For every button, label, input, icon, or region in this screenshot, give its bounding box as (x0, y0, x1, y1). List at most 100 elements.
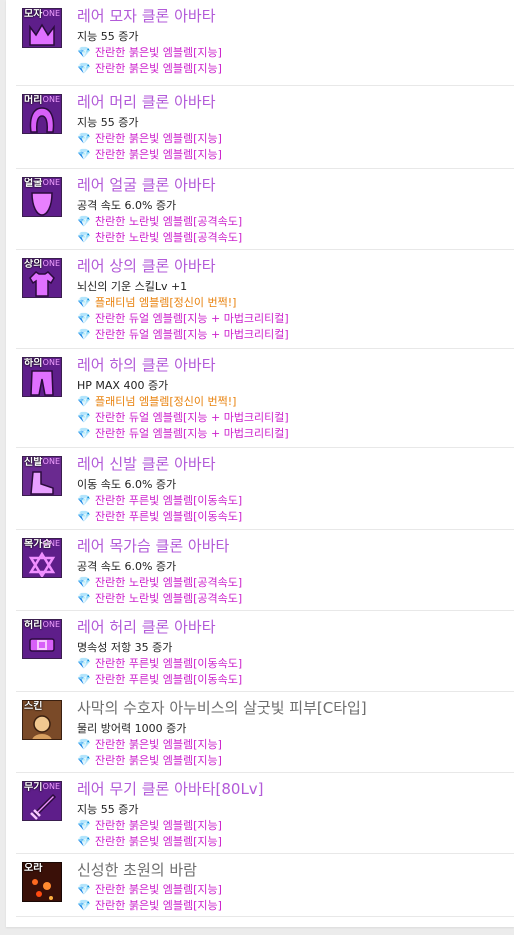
hat-avatar-icon: 모자 ONE (22, 8, 62, 48)
slot-label: 무기 (24, 782, 43, 793)
emblem-row: 💎 잔란한 붉은빛 엠블렘[지능] (77, 737, 367, 753)
emblem-label: 잔란한 붉은빛 엠블렘[지능] (95, 62, 222, 75)
item-name[interactable]: 레어 머리 클론 아바타 (77, 92, 222, 112)
hair-avatar-icon: 머리 ONE (22, 94, 62, 134)
pink-gem-icon: 💎 (77, 883, 91, 896)
emblem-label: 잔란한 붉은빛 엠블렘[지능] (95, 738, 222, 751)
item-name[interactable]: 레어 목가슴 클론 아바타 (77, 536, 242, 556)
pink-gem-icon: 💎 (77, 510, 91, 523)
emblem-label: 찬란한 노란빛 엠블렘[공격속도] (95, 215, 243, 228)
slot-label: 모자 (24, 9, 43, 20)
item-name[interactable]: 레어 신발 클론 아바타 (77, 454, 242, 474)
brand-mark: ONE (42, 620, 60, 629)
slot-label: 허리 (24, 620, 43, 631)
gold-gem-icon: 💎 (77, 395, 91, 408)
avatar-item-face: 얼굴 ONE 레어 얼굴 클론 아바타 공격 속도 6.0% 증가 💎 찬란한 노… (16, 169, 514, 250)
item-name[interactable]: 레어 얼굴 클론 아바타 (77, 175, 242, 195)
item-stat: HP MAX 400 증가 (77, 379, 169, 392)
emblem-row: 💎 잔란한 붉은빛 엠블렘[지능] (77, 834, 264, 850)
pink-gem-icon: 💎 (77, 899, 91, 912)
platinum-emblem-row: 💎 플래티넘 엠블렘[정신이 번쩍!] (77, 394, 289, 410)
avatar-item-top: 상의 ONE 레어 상의 클론 아바타 뇌신의 기운 스킬Lv +1 💎 플래티넘… (16, 250, 514, 349)
emblem-label: 잔란한 붉은빛 엠블렘[지능] (95, 148, 222, 161)
emblem-label: 잔란한 붉은빛 엠블렘[지능] (95, 754, 222, 767)
shoes-icon (23, 466, 61, 495)
item-name[interactable]: 사막의 수호자 아누비스의 살굿빛 피부[C타입] (77, 698, 367, 718)
face-icon (23, 187, 61, 216)
pink-gem-icon: 💎 (77, 215, 91, 228)
emblem-row: 💎 잔란한 듀얼 엠블렘[지능 + 마법크리티컬] (77, 327, 289, 343)
item-name[interactable]: 레어 허리 클론 아바타 (77, 617, 242, 637)
emblem-row: 💎 잔란한 붉은빛 엠블렘[지능] (77, 61, 222, 77)
emblem-label: 잔란한 노란빛 엠블렘[공격속도] (95, 592, 243, 605)
pink-gem-icon: 💎 (77, 592, 91, 605)
item-stat: 공격 속도 6.0% 증가 (77, 199, 177, 212)
item-name[interactable]: 신성한 초원의 바람 (77, 860, 222, 880)
pink-gem-icon: 💎 (77, 754, 91, 767)
avatar-item-shoes: 신발 ONE 레어 신발 클론 아바타 이동 속도 6.0% 증가 💎 잔란한 푸… (16, 448, 514, 530)
emblem-row: 💎 잔란한 붉은빛 엠블렘[지능] (77, 131, 222, 147)
weapon-icon (23, 791, 61, 820)
avatar-item-aura: 오라 신성한 초원의 바람 💎 잔란한 붉은빛 엠블렘[지능] 💎 잔란한 붉은빛 … (16, 854, 514, 917)
avatar-item-neck: 목가슴 ONE 레어 목가슴 클론 아바타 공격 속도 6.0% 증가 💎 잔란한… (16, 530, 514, 611)
brand-mark: ONE (42, 782, 60, 791)
pink-gem-icon: 💎 (77, 738, 91, 751)
brand-mark: ONE (42, 178, 60, 187)
item-stat: 지능 55 증가 (77, 116, 139, 129)
emblem-label: 잔란한 푸른빛 엠블렘[이동속도] (95, 673, 243, 686)
neck-avatar-icon: 목가슴 ONE (22, 538, 62, 578)
pink-gem-icon: 💎 (77, 819, 91, 832)
emblem-label: 잔란한 듀얼 엠블렘[지능 + 마법크리티컬] (95, 411, 289, 424)
emblem-label: 플래티넘 엠블렘[정신이 번쩍!] (95, 395, 237, 408)
emblem-label: 잔란한 붉은빛 엠블렘[지능] (95, 883, 222, 896)
avatar-item-weapon: 무기 ONE 레어 무기 클론 아바타[80Lv] 지능 55 증가 💎 잔란한 … (16, 773, 514, 854)
avatar-item-skin: 스킨 사막의 수호자 아누비스의 살굿빛 피부[C타입] 물리 방어력 1000… (16, 692, 514, 773)
emblem-label: 잔란한 붉은빛 엠블렘[지능] (95, 132, 222, 145)
brand-mark: ONE (42, 457, 60, 466)
item-name[interactable]: 레어 하의 클론 아바타 (77, 355, 289, 375)
weapon-avatar-icon: 무기 ONE (22, 781, 62, 821)
avatar-item-hat: 모자 ONE 레어 모자 클론 아바타 지능 55 증가 💎 잔란한 붉은빛 엠블… (16, 0, 514, 86)
skin-avatar-icon: 스킨 (22, 700, 62, 740)
emblem-row: 💎 잔란한 노란빛 엠블렘[공격속도] (77, 575, 242, 591)
emblem-row: 💎 잔란한 붉은빛 엠블렘[지능] (77, 818, 264, 834)
pink-gem-icon: 💎 (77, 657, 91, 670)
emblem-row: 💎 잔란한 붉은빛 엠블렘[지능] (77, 898, 222, 914)
emblem-row: 💎 잔란한 붉은빛 엠블렘[지능] (77, 882, 222, 898)
face-avatar-icon: 얼굴 ONE (22, 177, 62, 217)
pink-gem-icon: 💎 (77, 328, 91, 341)
emblem-label: 잔란한 붉은빛 엠블렘[지능] (95, 819, 222, 832)
emblem-label: 잔란한 노란빛 엠블렘[공격속도] (95, 576, 243, 589)
avatar-list-panel: 모자 ONE 레어 모자 클론 아바타 지능 55 증가 💎 잔란한 붉은빛 엠블… (6, 0, 514, 927)
brand-mark: ONE (42, 95, 60, 104)
emblem-row: 💎 잔란한 붉은빛 엠블렘[지능] (77, 147, 222, 163)
item-stat: 공격 속도 6.0% 증가 (77, 560, 177, 573)
brand-mark: ONE (42, 259, 60, 268)
pink-gem-icon: 💎 (77, 46, 91, 59)
slot-label: 스킨 (24, 701, 43, 712)
necklace-icon (23, 548, 61, 577)
shirt-icon (23, 268, 61, 297)
item-name[interactable]: 레어 상의 클론 아바타 (77, 256, 289, 276)
avatar-item-waist: 허리 ONE 레어 허리 클론 아바타 명속성 저항 35 증가 💎 잔란한 푸른… (16, 611, 514, 692)
avatar-item-bottom: 하의 ONE 레어 하의 클론 아바타 HP MAX 400 증가 💎 플래티넘 … (16, 349, 514, 448)
item-stat: 물리 방어력 1000 증가 (77, 722, 187, 735)
brand-mark: ONE (42, 539, 60, 548)
item-name[interactable]: 레어 무기 클론 아바타[80Lv] (77, 779, 264, 799)
emblem-row: 💎 잔란한 푸른빛 엠블렘[이동속도] (77, 656, 242, 672)
pink-gem-icon: 💎 (77, 673, 91, 686)
top-avatar-icon: 상의 ONE (22, 258, 62, 298)
emblem-row: 💎 잔란한 듀얼 엠블렘[지능 + 마법크리티컬] (77, 311, 289, 327)
pink-gem-icon: 💎 (77, 312, 91, 325)
pink-gem-icon: 💎 (77, 231, 91, 244)
aura-avatar-icon: 오라 (22, 862, 62, 902)
slot-label: 얼굴 (24, 178, 43, 189)
pink-gem-icon: 💎 (77, 494, 91, 507)
item-name[interactable]: 레어 모자 클론 아바타 (77, 6, 222, 26)
item-stat: 이동 속도 6.0% 증가 (77, 478, 177, 491)
emblem-label: 잔란한 붉은빛 엠블렘[지능] (95, 899, 222, 912)
pink-gem-icon: 💎 (77, 427, 91, 440)
pink-gem-icon: 💎 (77, 132, 91, 145)
crown-icon (23, 18, 61, 47)
emblem-row: 💎 잔란한 푸른빛 엠블렘[이동속도] (77, 672, 242, 688)
